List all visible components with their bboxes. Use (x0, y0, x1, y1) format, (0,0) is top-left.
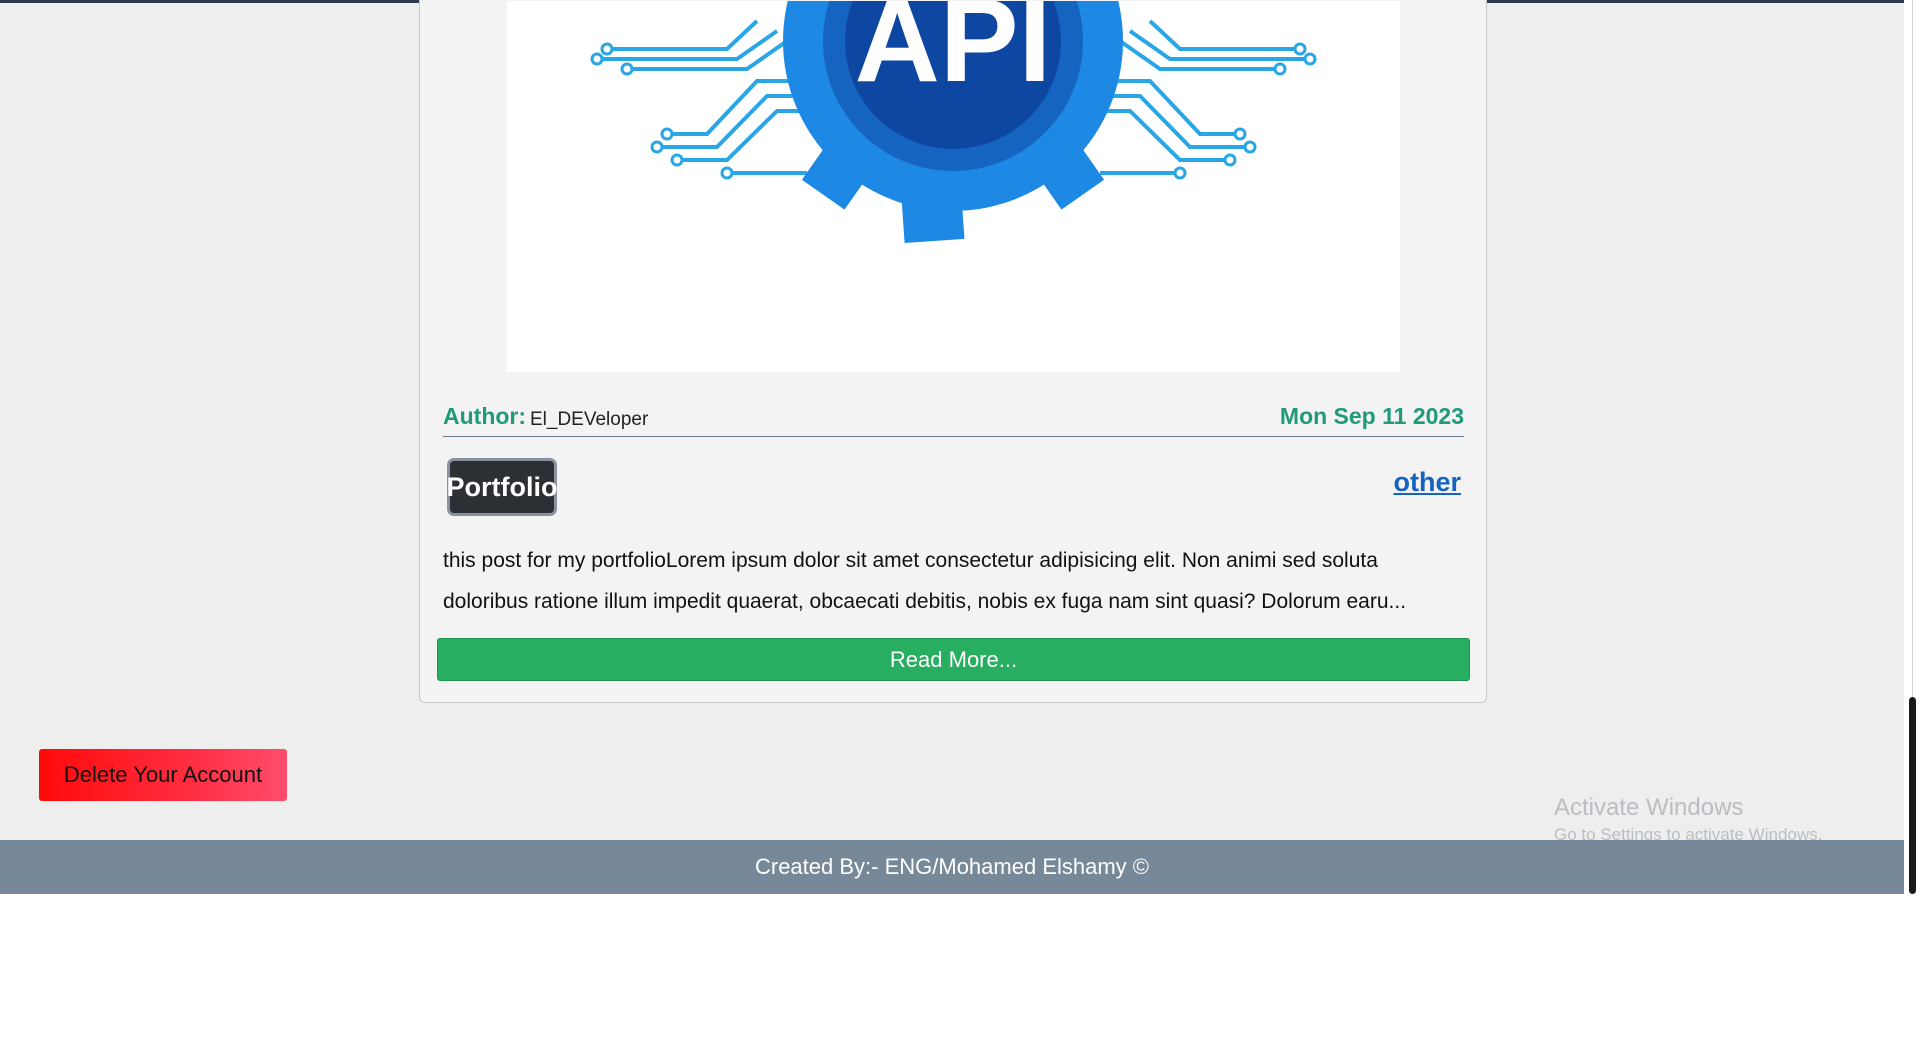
footer: Created By:- ENG/Mohamed Elshamy © (0, 840, 1904, 894)
footer-credit: Created By:- ENG/Mohamed Elshamy © (754, 854, 1149, 879)
browser-viewport: API Author: El_DEVeloper Mon Sep 11 2023… (0, 0, 1920, 1042)
api-image-text: API (855, 1, 1052, 107)
api-gear-circuit-icon: API (590, 1, 1317, 244)
activate-windows-watermark: Activate Windows Go to Settings to activ… (1554, 794, 1822, 846)
category-link-other[interactable]: other (1394, 467, 1462, 498)
watermark-title: Activate Windows (1554, 794, 1744, 821)
vertical-scrollbar[interactable] (1904, 0, 1920, 894)
post-meta-row: Author: El_DEVeloper Mon Sep 11 2023 (443, 399, 1464, 437)
author-label: Author: (443, 403, 527, 429)
post-image[interactable]: API (507, 1, 1400, 372)
scrollbar-track (1912, 0, 1913, 697)
page-body: API Author: El_DEVeloper Mon Sep 11 2023… (0, 0, 1904, 894)
delete-account-button[interactable]: Delete Your Account (39, 749, 287, 801)
post-excerpt: this post for my portfolioLorem ipsum do… (443, 549, 1407, 613)
author-name: El_DEVeloper (530, 409, 649, 430)
scrollbar-thumb[interactable] (1909, 697, 1916, 894)
post-date: Mon Sep 11 2023 (1279, 403, 1464, 429)
post-card: API Author: El_DEVeloper Mon Sep 11 2023… (419, 0, 1487, 703)
read-more-button[interactable]: Read More... (437, 638, 1470, 681)
tag-badge-portfolio[interactable]: Portfolio (447, 458, 558, 516)
